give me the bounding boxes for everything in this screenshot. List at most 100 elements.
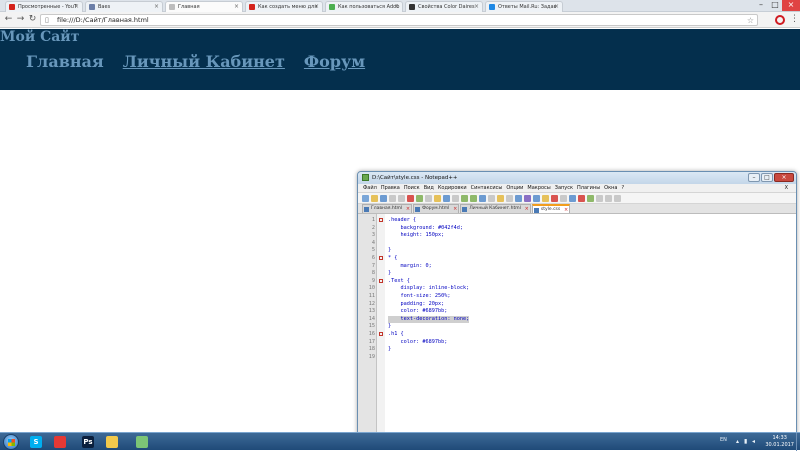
editor-tab[interactable]: Личный Кабинет.html ×	[460, 204, 531, 213]
editor-tab-close-icon[interactable]: ×	[564, 206, 568, 214]
fold-marker-icon[interactable]	[379, 332, 383, 336]
tray-arrow-icon[interactable]: ▴	[736, 438, 739, 445]
toolbar-button-icon[interactable]	[362, 194, 369, 202]
browser-tab[interactable]: Baes ×	[85, 1, 163, 12]
tab-favicon-icon	[249, 4, 255, 10]
taskbar-app-notepadpp[interactable]	[132, 434, 152, 450]
editor-tab-close-icon[interactable]: ×	[453, 205, 457, 213]
toolbar-button-icon[interactable]	[488, 194, 495, 202]
menu-item[interactable]: Макросы	[527, 184, 550, 192]
taskbar-app-skype[interactable]: S	[26, 434, 46, 450]
tab-close-icon[interactable]: ×	[74, 2, 79, 12]
close-window-button[interactable]: ×	[782, 0, 800, 11]
toolbar-button-icon[interactable]	[569, 194, 576, 202]
tab-close-icon[interactable]: ×	[154, 2, 159, 12]
menu-item[interactable]: Правка	[381, 184, 400, 192]
toolbar-button-icon[interactable]	[524, 194, 531, 202]
menu-item[interactable]: Опции	[506, 184, 523, 192]
browser-tab[interactable]: Ответы Mail.Ru: Задав ×	[485, 1, 563, 12]
fold-marker-icon[interactable]	[379, 256, 383, 260]
volume-icon[interactable]: ◂	[752, 438, 755, 445]
taskbar-app-photoshop[interactable]: Ps	[78, 434, 98, 450]
browser-tab[interactable]: Просмотренные - YouT ×	[5, 1, 83, 12]
nav-link-cabinet[interactable]: Личный Кабинет	[123, 53, 285, 71]
toolbar-button-icon[interactable]	[407, 194, 414, 202]
toolbar-button-icon[interactable]	[497, 194, 504, 202]
browser-tab[interactable]: Свойства Color Daires ×	[405, 1, 483, 12]
menu-item[interactable]: Вид	[424, 184, 434, 192]
browser-tab[interactable]: Главная ×	[165, 1, 243, 12]
fold-marker-icon[interactable]	[379, 218, 383, 222]
toolbar-button-icon[interactable]	[515, 194, 522, 202]
tab-close-icon[interactable]: ×	[554, 2, 559, 12]
notepadpp-minimize-button[interactable]: –	[748, 173, 760, 182]
back-arrow-icon[interactable]: ←	[3, 14, 14, 25]
toolbar-button-icon[interactable]	[578, 194, 585, 202]
nav-link-forum[interactable]: Форум	[304, 53, 365, 71]
toolbar-button-icon[interactable]	[506, 194, 513, 202]
toolbar-button-icon[interactable]	[551, 194, 558, 202]
start-button[interactable]	[3, 434, 19, 450]
menu-close-doc[interactable]: X	[785, 184, 788, 193]
toolbar-button-icon[interactable]	[479, 194, 486, 202]
menu-item[interactable]: Файл	[363, 184, 377, 192]
toolbar-button-icon[interactable]	[443, 194, 450, 202]
toolbar-button-icon[interactable]	[452, 194, 459, 202]
taskbar-app-chrome[interactable]	[50, 434, 70, 450]
editor-tab[interactable]: Главная.html ×	[362, 204, 413, 213]
toolbar-button-icon[interactable]	[533, 194, 540, 202]
fold-marker-icon[interactable]	[379, 278, 383, 283]
browser-tab[interactable]: Как создать меню для ×	[245, 1, 323, 12]
tab-close-icon[interactable]: ×	[394, 2, 399, 12]
toolbar-button-icon[interactable]	[398, 194, 405, 202]
menu-item[interactable]: ?	[621, 184, 624, 192]
menu-item[interactable]: Кодировки	[438, 184, 467, 192]
clock[interactable]: 14:33 30.01.2017	[765, 435, 794, 449]
toolbar-button-icon[interactable]	[389, 194, 396, 202]
menu-item[interactable]: Окна	[604, 184, 617, 192]
toolbar-button-icon[interactable]	[596, 194, 603, 202]
toolbar-button-icon[interactable]	[470, 194, 477, 202]
toolbar-button-icon[interactable]	[560, 194, 567, 202]
notepadpp-close-button[interactable]: ×	[774, 173, 794, 182]
show-desktop-button[interactable]	[796, 433, 800, 451]
tab-close-icon[interactable]: ×	[234, 2, 239, 12]
toolbar-button-icon[interactable]	[380, 194, 387, 202]
menu-dots-icon[interactable]: ⋮	[790, 14, 799, 25]
code-line: 16 .h1 {	[358, 331, 796, 338]
toolbar-button-icon[interactable]	[425, 194, 432, 202]
reload-icon[interactable]: ↻	[27, 14, 38, 25]
code-editor[interactable]: 1 .header {2 background: #042f4d; 3 height…	[358, 214, 796, 435]
maximize-button[interactable]: □	[768, 0, 782, 11]
toolbar-button-icon[interactable]	[434, 194, 441, 202]
toolbar-button-icon[interactable]	[587, 194, 594, 202]
tab-close-icon[interactable]: ×	[474, 2, 479, 12]
menu-item[interactable]: Поиск	[404, 184, 420, 192]
nav-link-home[interactable]: Главная	[26, 53, 104, 71]
star-icon[interactable]: ☆	[747, 15, 754, 26]
menu-item[interactable]: Плагины	[577, 184, 600, 192]
tab-close-icon[interactable]: ×	[314, 2, 319, 12]
menu-item[interactable]: Запуск	[555, 184, 573, 192]
toolbar-button-icon[interactable]	[614, 194, 621, 202]
toolbar-button-icon[interactable]	[605, 194, 612, 202]
minimize-button[interactable]: –	[754, 0, 768, 11]
toolbar-button-icon[interactable]	[461, 194, 468, 202]
toolbar-button-icon[interactable]	[542, 194, 549, 202]
toolbar-button-icon[interactable]	[371, 194, 378, 202]
browser-tab[interactable]: Как пользоваться Adob ×	[325, 1, 403, 12]
notepadpp-maximize-button[interactable]: □	[761, 173, 773, 182]
toolbar-button-icon[interactable]	[416, 194, 423, 202]
opera-icon[interactable]	[775, 15, 785, 25]
forward-arrow-icon[interactable]: →	[15, 14, 26, 25]
editor-tab-close-icon[interactable]: ×	[406, 205, 410, 213]
editor-tab-close-icon[interactable]: ×	[525, 205, 529, 213]
network-icon[interactable]: ▮	[744, 438, 747, 445]
editor-tab[interactable]: style.css ×	[531, 204, 571, 214]
editor-tab[interactable]: Форум.html ×	[413, 204, 460, 213]
menu-item[interactable]: Синтаксисы	[471, 184, 503, 192]
notepadpp-titlebar[interactable]: D:\Сайт\style.css - Notepad++ – □ ×	[358, 172, 796, 184]
language-indicator[interactable]: EN	[720, 437, 727, 443]
taskbar-app-explorer[interactable]	[102, 434, 122, 450]
url-input[interactable]: ▯ file:///D:/Сайт/Главная.html ☆	[40, 14, 758, 26]
